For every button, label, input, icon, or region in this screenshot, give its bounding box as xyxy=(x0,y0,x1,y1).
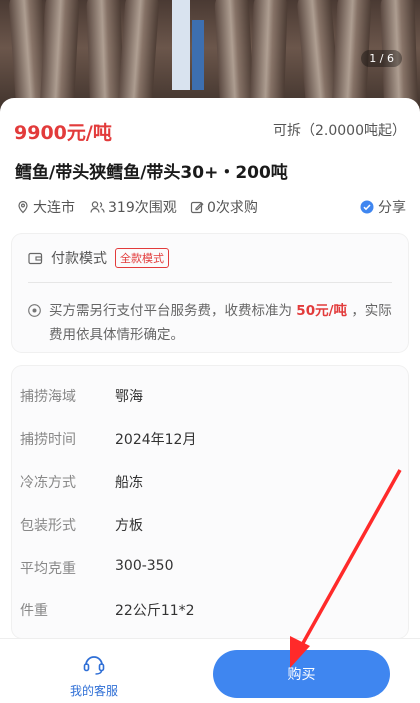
spec-key: 冷冻方式 xyxy=(20,475,76,491)
payment-mode-label: 付款模式 xyxy=(51,251,107,267)
spec-key: 件重 xyxy=(20,603,48,619)
requests-text: 0次求购 xyxy=(207,200,258,216)
spec-value: 22公斤11*2 xyxy=(115,603,195,619)
share-button[interactable]: 分享 xyxy=(360,197,406,217)
share-label: 分享 xyxy=(378,200,406,216)
divider xyxy=(28,282,392,283)
note-prefix: 买方需另行支付平台服务费，收费标准为 xyxy=(49,303,292,319)
edit-icon xyxy=(190,200,204,214)
spec-key: 包装形式 xyxy=(20,518,76,534)
views-text: 319次围观 xyxy=(108,200,177,216)
spec-key: 平均克重 xyxy=(20,561,76,577)
buy-button[interactable]: 购买 xyxy=(213,650,390,698)
customer-service-label: 我的客服 xyxy=(69,684,118,698)
spec-value: 300-350 xyxy=(115,558,174,574)
product-price: 9900元/吨 xyxy=(14,122,112,144)
customer-service-button[interactable]: 我的客服 xyxy=(66,652,122,699)
location-text: 大连市 xyxy=(33,200,75,216)
location-info: 大连市 xyxy=(16,197,75,217)
note-fee: 50元/吨 xyxy=(296,303,348,319)
requests-info: 0次求购 xyxy=(190,197,258,217)
spec-row: 捕捞时间 2024年12月 xyxy=(20,429,196,449)
spec-value: 船冻 xyxy=(115,475,143,491)
spec-value: 方板 xyxy=(115,518,143,534)
spec-value: 2024年12月 xyxy=(115,432,197,448)
product-title: 鳕鱼/带头狭鳕鱼/带头30+・200吨 xyxy=(15,163,288,183)
split-info: 可拆（2.0000吨起） xyxy=(273,123,406,139)
location-pin-icon xyxy=(16,200,30,214)
views-info: 319次围观 xyxy=(90,197,177,217)
gallery-page-counter: 1 / 6 xyxy=(361,50,402,67)
people-icon xyxy=(90,200,105,214)
payment-mode-row: 付款模式 全款模式 xyxy=(28,248,169,268)
info-icon xyxy=(28,299,41,347)
headset-icon xyxy=(81,652,107,676)
check-badge-icon xyxy=(360,200,374,214)
spec-row: 捕捞海域 鄂海 xyxy=(20,386,143,406)
payment-mode-badge: 全款模式 xyxy=(115,248,169,268)
spec-row: 冷冻方式 船冻 xyxy=(20,472,143,492)
fish-image-label xyxy=(192,20,204,90)
buy-label: 购买 xyxy=(287,667,316,683)
spec-key: 捕捞海域 xyxy=(20,389,76,405)
spec-row: 包装形式 方板 xyxy=(20,515,143,535)
spec-row: 件重 22公斤11*2 xyxy=(20,600,195,620)
spec-key: 捕捞时间 xyxy=(20,432,76,448)
payment-panel: 付款模式 全款模式 买方需另行支付平台服务费，收费标准为 50元/吨 ，实际费用… xyxy=(12,234,408,352)
service-fee-note: 买方需另行支付平台服务费，收费标准为 50元/吨 ，实际费用依具体情形确定。 xyxy=(28,299,393,347)
spec-row: 平均克重 300-350 xyxy=(20,558,174,578)
spec-value: 鄂海 xyxy=(115,389,143,405)
fish-image-label xyxy=(172,0,190,90)
wallet-icon xyxy=(28,252,43,265)
specs-panel xyxy=(12,366,408,638)
